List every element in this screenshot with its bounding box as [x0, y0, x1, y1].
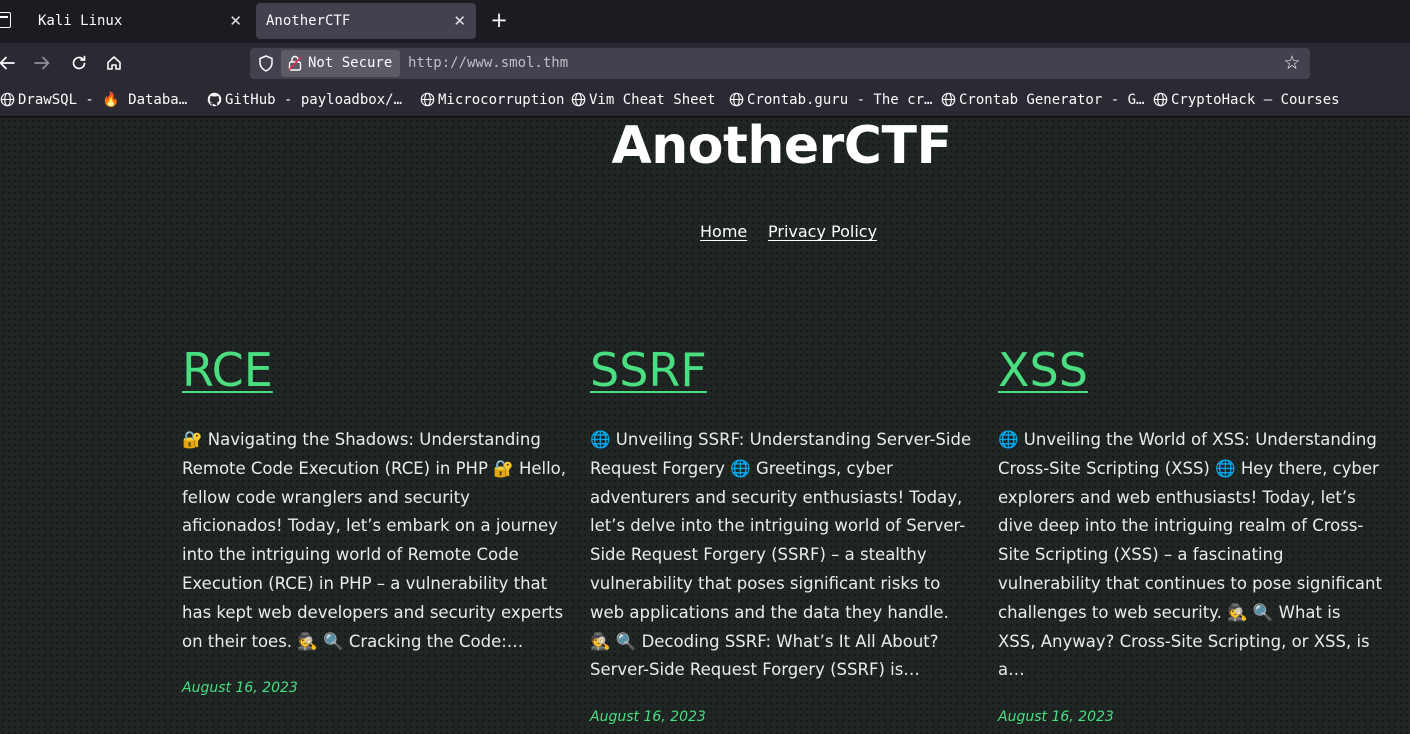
nav-link-privacy-policy[interactable]: Privacy Policy [768, 222, 877, 241]
post-card-rce: RCE 🔐 Navigating the Shadows: Understand… [182, 340, 566, 696]
not-secure-label: Not Secure [308, 55, 393, 71]
close-icon[interactable]: ✕ [453, 3, 466, 39]
bookmark-label: Crontab Generator - G… [959, 92, 1145, 108]
site-title[interactable]: AnotherCTF [0, 118, 1410, 176]
post-date: August 16, 2023 [998, 709, 1114, 726]
forward-arrow-icon[interactable] [29, 51, 55, 75]
bookmark-label: CryptoHack – Courses [1171, 92, 1340, 108]
shield-icon[interactable] [258, 55, 274, 72]
github-icon [207, 92, 222, 107]
site-security-indicator[interactable]: Not Secure [281, 50, 400, 77]
insecure-lock-icon [288, 55, 302, 71]
bookmark-label: DrawSQL - 🔥 Databa… [18, 92, 188, 108]
globe-icon [571, 92, 586, 107]
post-excerpt: 🌐 Unveiling the World of XSS: Understand… [998, 430, 1382, 680]
reload-icon[interactable] [66, 51, 92, 75]
tab-kali-linux[interactable]: Kali Linux ✕ [28, 3, 252, 39]
post-title-link[interactable]: XSS [998, 340, 1088, 400]
nav-link-home[interactable]: Home [700, 222, 747, 241]
post-title-link[interactable]: RCE [182, 340, 273, 400]
bookmark-label: Crontab.guru - The cr… [747, 92, 933, 108]
tab-title: AnotherCTF [266, 13, 351, 29]
tab-list-icon[interactable] [0, 12, 11, 28]
globe-icon [0, 92, 15, 107]
url-text[interactable]: http://www.smol.thm [408, 48, 568, 79]
close-icon[interactable]: ✕ [229, 3, 242, 39]
back-arrow-icon[interactable] [0, 51, 20, 75]
globe-icon [1153, 92, 1168, 107]
bookmark-star-icon[interactable]: ☆ [1280, 51, 1304, 75]
home-icon[interactable] [101, 51, 127, 75]
post-date: August 16, 2023 [182, 680, 298, 697]
post-card-xss: XSS 🌐 Unveiling the World of XSS: Unders… [998, 340, 1382, 725]
post-excerpt: 🌐 Unveiling SSRF: Understanding Server-S… [590, 430, 972, 680]
globe-icon [420, 92, 435, 107]
post-excerpt: 🔐 Navigating the Shadows: Understanding … [182, 430, 567, 651]
bookmark-label: Vim Cheat Sheet [589, 92, 716, 108]
page-viewport: AnotherCTF Home Privacy Policy RCE 🔐 Nav… [0, 118, 1410, 734]
post-title-link[interactable]: SSRF [590, 340, 707, 400]
bookmarks-toolbar: DrawSQL - 🔥 Databa… GitHub - payloadbox/… [0, 83, 1410, 117]
tab-title: Kali Linux [38, 13, 123, 29]
post-date: August 16, 2023 [590, 709, 706, 726]
bookmark-label: Microcorruption [438, 92, 565, 108]
tab-bar: Kali Linux ✕ AnotherCTF ✕ + [0, 0, 1410, 43]
new-tab-button[interactable]: + [488, 7, 510, 33]
address-bar[interactable]: Not Secure http://www.smol.thm ☆ [250, 48, 1310, 79]
post-card-ssrf: SSRF 🌐 Unveiling SSRF: Understanding Ser… [590, 340, 974, 725]
globe-icon [729, 92, 744, 107]
bookmark-label: GitHub - payloadbox/… [225, 92, 403, 108]
globe-icon [941, 92, 956, 107]
navigation-toolbar: Not Secure http://www.smol.thm ☆ [0, 43, 1410, 83]
tab-anotherctf[interactable]: AnotherCTF ✕ [256, 3, 476, 39]
